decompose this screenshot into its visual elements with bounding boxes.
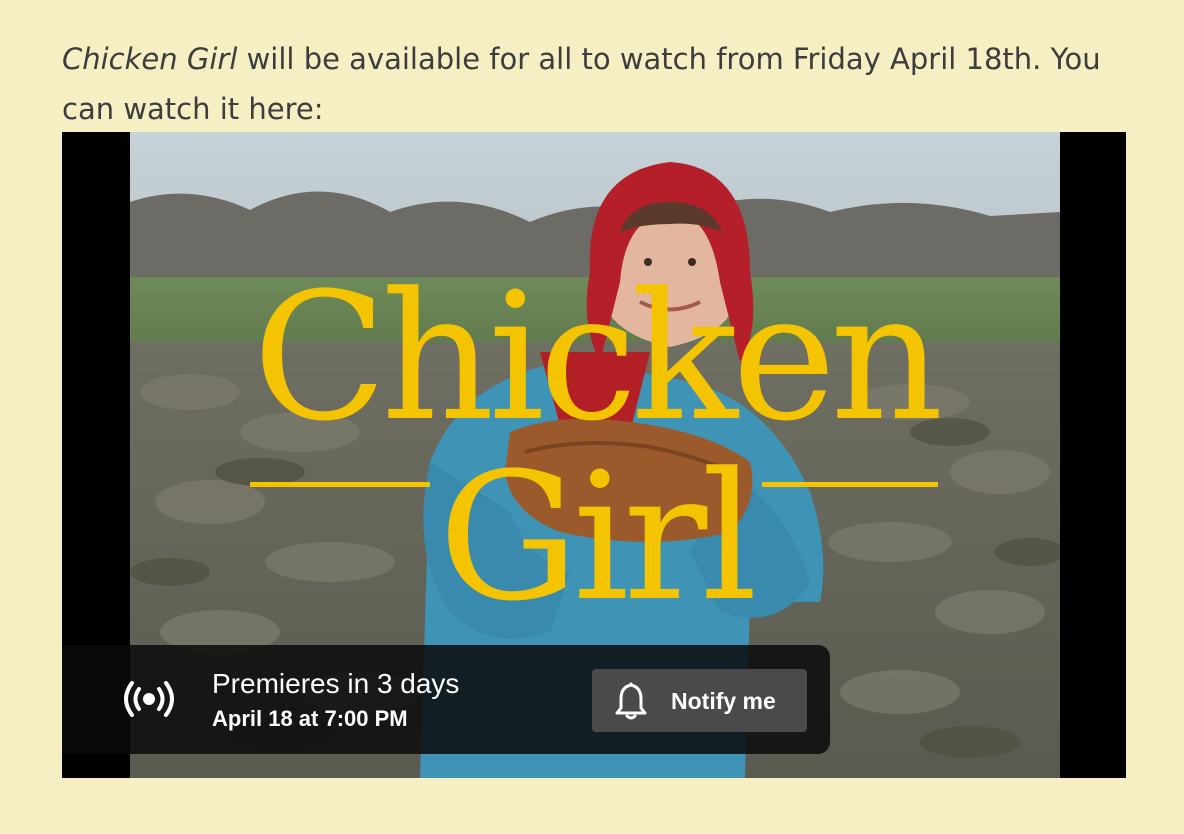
- bell-icon: [615, 682, 647, 720]
- premiere-overlay: Premieres in 3 days April 18 at 7:00 PM …: [62, 645, 830, 754]
- premiere-countdown: Premieres in 3 days: [212, 668, 460, 699]
- live-broadcast-icon: [124, 681, 174, 717]
- notify-me-button[interactable]: Notify me: [592, 669, 807, 732]
- intro-paragraph: Chicken Girl will be available for all t…: [62, 34, 1132, 134]
- video-player[interactable]: Chicken Girl Premieres in 3 days April 1…: [62, 132, 1126, 778]
- film-title: Chicken Girl: [62, 42, 238, 76]
- premiere-date: April 18 at 7:00 PM: [212, 706, 408, 731]
- notify-me-label: Notify me: [671, 688, 776, 714]
- video-title-line1: Chicken: [252, 255, 943, 460]
- video-title-line2: Girl: [438, 435, 757, 640]
